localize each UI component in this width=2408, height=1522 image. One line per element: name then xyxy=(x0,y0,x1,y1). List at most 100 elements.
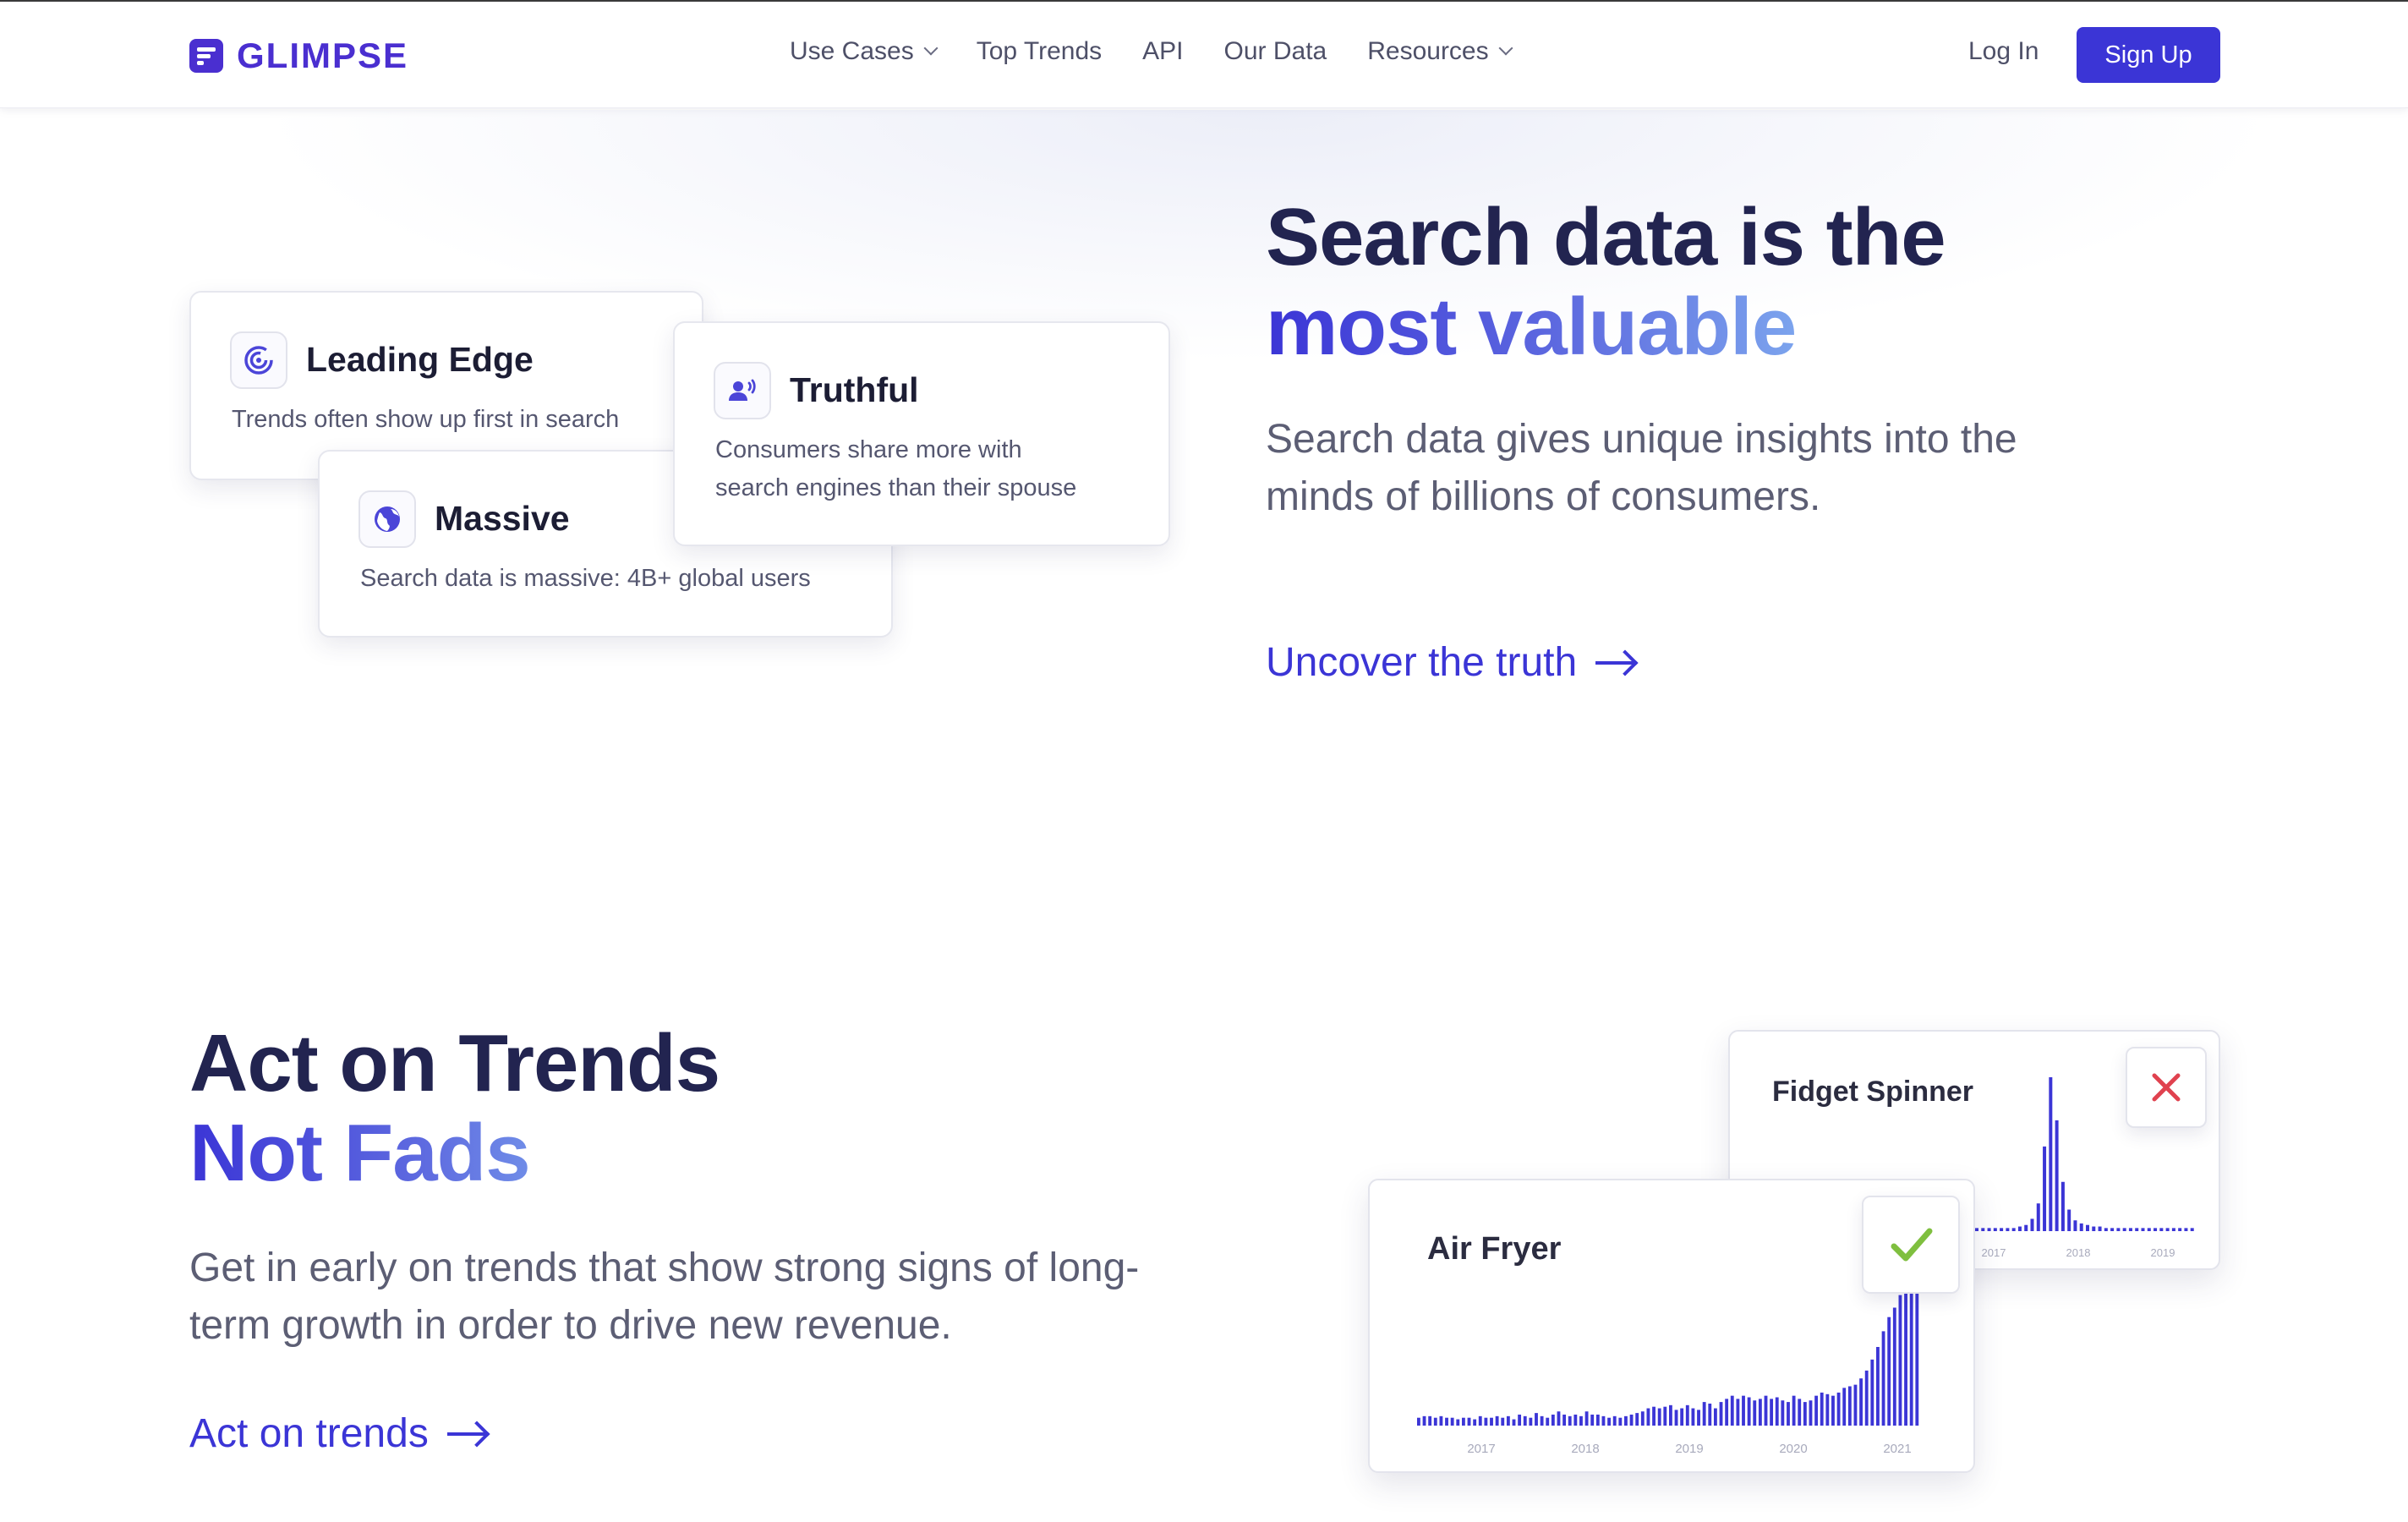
chart-bar xyxy=(1495,1415,1499,1426)
chart-bar xyxy=(1987,1228,1991,1231)
chart-bar xyxy=(1853,1384,1858,1426)
chart-bar xyxy=(1590,1414,1595,1426)
chart-bar xyxy=(2171,1228,2175,1231)
chart-bar xyxy=(2116,1228,2121,1231)
chart-bar xyxy=(1669,1404,1672,1426)
chart-bar xyxy=(1831,1395,1835,1426)
nav-use-cases-label: Use Cases xyxy=(790,37,914,65)
chart-bar xyxy=(1842,1388,1847,1426)
chart-bar xyxy=(2043,1146,2047,1231)
chart-bar xyxy=(1820,1392,1824,1426)
feature-card-truthful: Truthful Consumers share more with searc… xyxy=(673,321,1170,546)
chart-bar xyxy=(1870,1359,1874,1426)
section1-heading-line2: most valuable xyxy=(1266,282,1946,372)
chart-bar xyxy=(1461,1417,1465,1426)
chart-bar xyxy=(1814,1395,1819,1426)
chart-bar xyxy=(1551,1414,1555,1426)
chart-bar xyxy=(2060,1181,2065,1231)
chart-bar xyxy=(1646,1408,1650,1426)
chart-bar xyxy=(2178,1228,2182,1231)
chart-bar xyxy=(2122,1228,2126,1231)
act-on-trends-link[interactable]: Act on trends xyxy=(189,1410,486,1457)
site-header: GLIMPSE Use Cases Top Trends API Our Dat… xyxy=(0,2,2408,108)
chart-bar xyxy=(1775,1397,1779,1426)
x-tick-label: 2018 xyxy=(1571,1442,1599,1456)
nav-use-cases[interactable]: Use Cases xyxy=(790,37,939,66)
chart-bar xyxy=(2011,1228,2016,1231)
speaking-person-icon xyxy=(714,362,771,419)
chart-bar xyxy=(2141,1228,2145,1231)
chart-bar xyxy=(1758,1399,1762,1426)
chart-bar xyxy=(1546,1417,1550,1426)
radar-icon xyxy=(230,331,287,389)
chart-bar xyxy=(1523,1415,1527,1426)
x-tick-label: 2019 xyxy=(2151,1246,2175,1259)
nav-resources[interactable]: Resources xyxy=(1367,37,1513,66)
chart-bar xyxy=(1881,1331,1885,1426)
chart-bar xyxy=(1792,1395,1796,1426)
chart-bar xyxy=(1859,1378,1863,1426)
signup-button[interactable]: Sign Up xyxy=(2077,27,2220,83)
x-tick-label: 2017 xyxy=(1982,1246,2006,1259)
chart-bar xyxy=(1445,1417,1448,1426)
card-description: Search data is massive: 4B+ global users xyxy=(360,565,811,592)
check-icon xyxy=(1891,1228,1933,1262)
x-tick-label: 2021 xyxy=(1883,1442,1911,1456)
chart-bar xyxy=(1562,1414,1567,1426)
chart-bar xyxy=(1713,1408,1717,1426)
chart-bar xyxy=(1595,1414,1600,1426)
chart-bar xyxy=(1809,1400,1813,1426)
fad-badge xyxy=(2126,1047,2207,1128)
chart-bar xyxy=(2049,1077,2053,1231)
chart-bar xyxy=(1981,1228,1985,1231)
chart-bar xyxy=(1450,1417,1454,1426)
logo-text: GLIMPSE xyxy=(237,36,409,75)
chart-bar xyxy=(2017,1226,2022,1231)
nav-api[interactable]: API xyxy=(1142,37,1183,66)
chart-bar xyxy=(1422,1415,1426,1426)
section2-description: Get in early on trends that show strong … xyxy=(189,1246,1140,1348)
chart-bar xyxy=(2154,1228,2158,1231)
chart-bar xyxy=(1579,1415,1583,1426)
chart-bar xyxy=(2036,1203,2040,1231)
chart-bar xyxy=(2079,1223,2083,1231)
x-tick-label: 2017 xyxy=(1467,1442,1495,1456)
chart-bar xyxy=(1439,1415,1443,1426)
chart-bar xyxy=(2098,1226,2102,1231)
chart-bar xyxy=(2024,1224,2028,1231)
chart-bar xyxy=(1573,1414,1578,1426)
chart-bar xyxy=(1506,1415,1510,1426)
chart-bar xyxy=(1680,1408,1684,1426)
x-tick-label: 2018 xyxy=(2066,1246,2091,1259)
chart-bar xyxy=(1540,1415,1544,1426)
nav-resources-label: Resources xyxy=(1367,37,1489,65)
chart-bar xyxy=(1764,1395,1768,1426)
arrow-right-icon xyxy=(1595,660,1635,665)
chart-bar xyxy=(1876,1347,1880,1426)
section1-heading-line1: Search data is the xyxy=(1266,192,1946,282)
chart-bar xyxy=(1730,1395,1734,1426)
chart-bar xyxy=(1618,1417,1623,1426)
chart-bar xyxy=(1612,1415,1617,1426)
chart-bar xyxy=(2135,1228,2139,1231)
uncover-truth-link[interactable]: Uncover the truth xyxy=(1266,639,1635,686)
x-icon xyxy=(2152,1073,2181,1102)
chart-bar xyxy=(1640,1411,1645,1426)
chart-bar xyxy=(1473,1419,1477,1426)
chart-bar xyxy=(1742,1395,1745,1426)
brand-logo[interactable]: GLIMPSE xyxy=(189,36,408,76)
main-nav: Use Cases Top Trends API Our Data Resour… xyxy=(790,37,1552,66)
chart-bar xyxy=(2030,1218,2034,1231)
chart-bar xyxy=(1753,1400,1757,1426)
chart-bar xyxy=(1428,1415,1432,1426)
nav-our-data[interactable]: Our Data xyxy=(1224,37,1327,66)
chart-bar xyxy=(1697,1410,1700,1426)
login-link[interactable]: Log In xyxy=(1968,37,2039,66)
chart-bar xyxy=(1433,1417,1437,1426)
chart-bar xyxy=(1747,1397,1751,1426)
chart-bar xyxy=(1798,1399,1802,1426)
nav-top-trends[interactable]: Top Trends xyxy=(977,37,1102,66)
chevron-down-icon xyxy=(1498,41,1513,56)
logo-mark-icon xyxy=(189,39,223,73)
chart-bar xyxy=(1478,1415,1482,1426)
